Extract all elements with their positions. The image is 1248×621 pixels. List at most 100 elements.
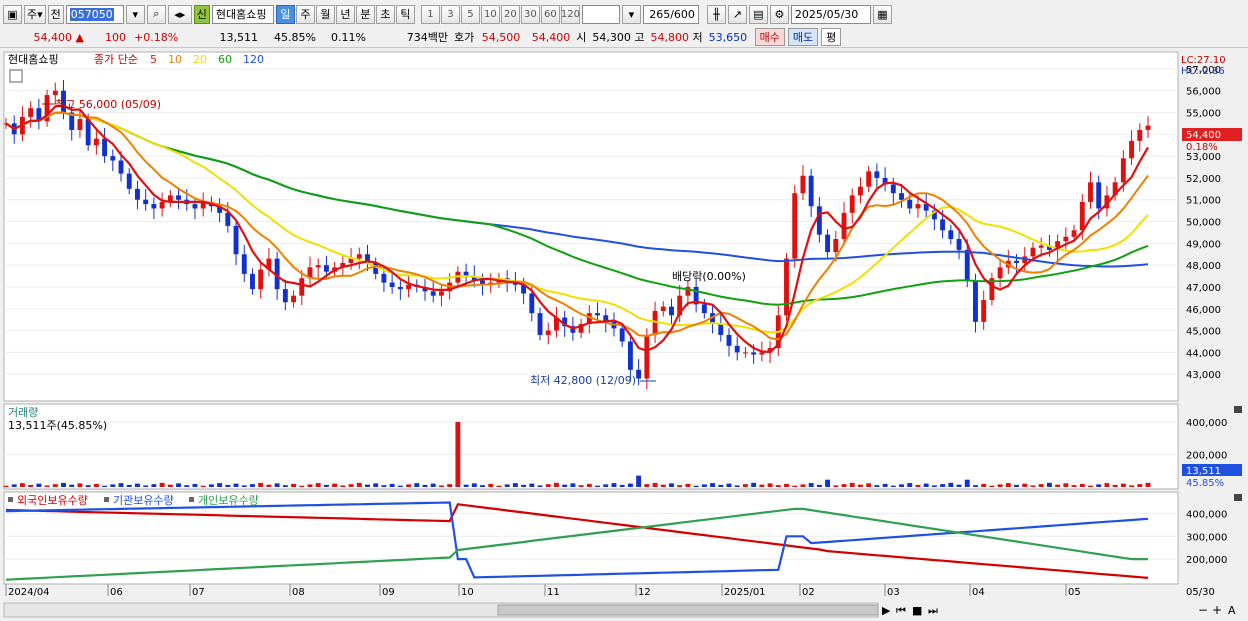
sell-button[interactable]: 매도: [787, 28, 819, 46]
volume-bar: [586, 483, 592, 487]
stock-name-field[interactable]: 현대홈쇼핑: [211, 4, 274, 24]
save-icon[interactable]: ▤: [748, 4, 768, 24]
buy-label: 매수: [759, 31, 780, 44]
candle-body: [258, 269, 264, 290]
volume-bar: [176, 483, 181, 487]
stock-code-input[interactable]: 057050: [65, 4, 124, 24]
price-change: 100: [105, 30, 126, 44]
auto-scale-icon[interactable]: A: [1228, 604, 1236, 617]
candle-body: [1129, 140, 1135, 159]
interval-button-10[interactable]: 10: [480, 4, 500, 24]
interval-button-120[interactable]: 120: [561, 4, 580, 24]
volume-bar: [159, 482, 165, 487]
scroll-right-icon[interactable]: ▶: [882, 604, 891, 617]
candle-body: [948, 230, 954, 239]
zoom-in-icon[interactable]: +: [1212, 603, 1222, 617]
bar-count-field[interactable]: 265/600: [642, 4, 699, 24]
interval-custom-input[interactable]: [581, 4, 620, 24]
price-tick-label: 53,000: [1186, 152, 1221, 163]
candle-body: [816, 206, 822, 235]
prev-button[interactable]: 전: [47, 4, 64, 24]
current-price: 54,400 ▲: [33, 30, 84, 44]
volume-bar: [135, 483, 140, 487]
interval-button-20[interactable]: 20: [500, 4, 520, 24]
period-tab-6[interactable]: 틱: [395, 4, 415, 24]
period-tab-1[interactable]: 주: [295, 4, 315, 24]
speaker-icon[interactable]: ◂▸: [167, 4, 192, 24]
candle-body: [792, 193, 798, 259]
stock-chart[interactable]: 57,00056,00055,00054,00053,00052,00051,0…: [0, 50, 1248, 621]
candle-body: [323, 265, 329, 272]
candle-body: [701, 304, 707, 314]
date-field[interactable]: 2025/05/30: [790, 4, 871, 24]
period-week-label: 주: [27, 8, 38, 21]
volume-bar: [480, 485, 485, 487]
volume-bar: [365, 484, 370, 487]
volume-bar: [307, 484, 313, 487]
volume-bar: [1112, 484, 1118, 487]
code-dropdown-icon[interactable]: ▾: [125, 4, 145, 24]
candle-body: [389, 282, 395, 287]
search-icon[interactable]: ⌕: [146, 4, 166, 24]
volume-bar: [940, 484, 946, 487]
zoom-out-icon[interactable]: −: [1198, 603, 1208, 617]
candle-body: [176, 195, 181, 200]
candle-body: [143, 199, 149, 205]
rewind-icon[interactable]: ⏮: [896, 604, 906, 617]
volume-tick-label: 400,000: [1186, 418, 1227, 429]
interval-button-60[interactable]: 60: [540, 4, 560, 24]
period-tab-4[interactable]: 분: [355, 4, 375, 24]
interval-button-3[interactable]: 3: [440, 4, 460, 24]
scrollbar-thumb[interactable]: [497, 604, 879, 616]
candle-body: [759, 352, 765, 355]
forward-icon[interactable]: ⏭: [928, 604, 938, 617]
price-tick-label: 44,000: [1186, 348, 1221, 359]
price-tick-label: 51,000: [1186, 196, 1221, 207]
volume-bar: [669, 483, 674, 487]
period-tab-3[interactable]: 년: [335, 4, 355, 24]
volume-bar: [866, 483, 872, 487]
candle-body: [1063, 236, 1069, 242]
candle-body: [866, 171, 872, 187]
volume-bar: [36, 483, 42, 487]
eval-button[interactable]: 평: [821, 28, 842, 46]
calendar-icon[interactable]: ▦: [872, 4, 892, 24]
volume-bar: [677, 485, 683, 487]
volume-bar: [348, 484, 354, 487]
price-tick-label: 46,000: [1186, 305, 1221, 316]
candle-icon[interactable]: ╫: [706, 4, 726, 24]
stock-code-value: 057050: [69, 7, 114, 21]
volume-bar: [471, 483, 477, 487]
volume-bar: [77, 483, 83, 487]
volume-bar: [110, 484, 116, 487]
candle-body: [537, 313, 543, 335]
volume-panel[interactable]: [3, 403, 1179, 490]
volume-close-icon[interactable]: [1234, 406, 1242, 413]
volume-bar: [775, 485, 781, 487]
interval-button-30[interactable]: 30: [520, 4, 540, 24]
stop-icon[interactable]: ■: [912, 604, 922, 617]
candle-body: [595, 313, 600, 316]
volume-bar: [816, 484, 822, 487]
volume-bar: [792, 485, 798, 487]
x-axis-label: 09: [382, 587, 395, 598]
interval-button-1[interactable]: 1: [420, 4, 440, 24]
price-tick-label: 48,000: [1186, 261, 1221, 272]
holdings-close-icon[interactable]: [1234, 494, 1242, 501]
period-tab-0[interactable]: 일: [275, 4, 295, 24]
buy-button[interactable]: 매수: [754, 28, 785, 46]
interval-dropdown-icon[interactable]: ▾: [621, 4, 641, 24]
candle-body: [135, 188, 140, 200]
candle-body: [636, 369, 642, 379]
grid-toggle-icon[interactable]: [9, 69, 23, 83]
period-tab-2[interactable]: 월: [315, 4, 335, 24]
volume-bar: [726, 483, 732, 487]
volume-bar: [93, 483, 99, 487]
period-tab-5[interactable]: 초: [375, 4, 395, 24]
period-week-dropdown[interactable]: 주 ▾: [24, 4, 46, 24]
gear-icon[interactable]: ⚙: [769, 4, 789, 24]
interval-button-5[interactable]: 5: [460, 4, 480, 24]
window-icon[interactable]: ▣: [3, 4, 22, 24]
candle-body: [619, 328, 625, 342]
draw-tool-icon[interactable]: ↗: [727, 4, 747, 24]
